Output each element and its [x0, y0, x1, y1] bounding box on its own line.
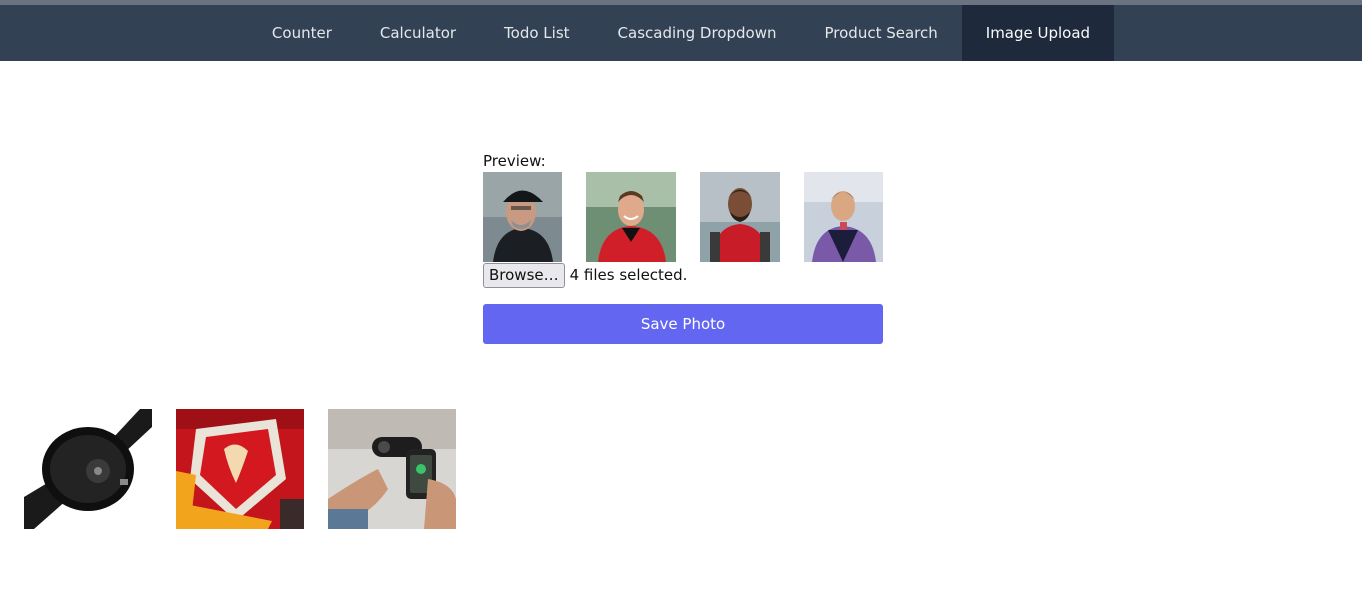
preview-image — [586, 172, 676, 262]
nav-item-todo-list[interactable]: Todo List — [480, 5, 593, 61]
file-input-row: Browse… 4 files selected. — [483, 262, 883, 288]
saved-images-gallery — [24, 409, 456, 529]
nav-item-product-search[interactable]: Product Search — [801, 5, 962, 61]
preview-thumbnails — [483, 172, 883, 262]
top-navbar: Counter Calculator Todo List Cascading D… — [0, 5, 1362, 61]
preview-image — [804, 172, 883, 262]
preview-image — [483, 172, 562, 262]
preview-image — [700, 172, 780, 262]
nav-item-calculator[interactable]: Calculator — [356, 5, 480, 61]
gallery-image — [176, 409, 304, 529]
file-selection-status: 4 files selected. — [569, 266, 688, 284]
browse-button[interactable]: Browse… — [483, 262, 565, 288]
nav-item-image-upload[interactable]: Image Upload — [961, 5, 1115, 61]
gallery-image — [24, 409, 152, 529]
gallery-image — [328, 409, 456, 529]
nav-item-cascading-dropdown[interactable]: Cascading Dropdown — [594, 5, 801, 61]
nav-item-counter[interactable]: Counter — [248, 5, 356, 61]
image-upload-form: Preview: Browse… 4 files selected. Save … — [483, 150, 883, 344]
save-photo-button[interactable]: Save Photo — [483, 304, 883, 344]
preview-label: Preview: — [483, 152, 546, 170]
